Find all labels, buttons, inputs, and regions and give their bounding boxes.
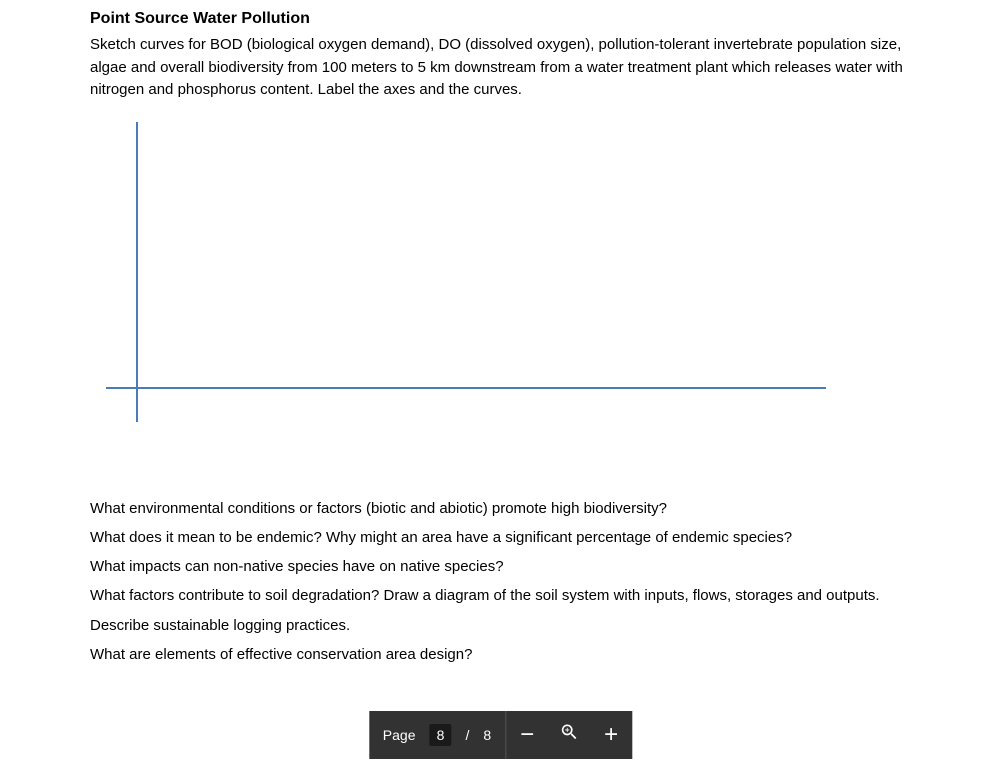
zoom-out-button[interactable]: − <box>506 711 548 759</box>
blank-graph <box>100 122 911 432</box>
instructions-text: Sketch curves for BOD (biological oxygen… <box>90 34 911 102</box>
y-axis <box>136 122 138 422</box>
question-item: What environmental conditions or factors… <box>90 497 911 520</box>
plus-icon: + <box>604 723 618 747</box>
page-label-text: Page <box>383 727 416 743</box>
zoom-reset-button[interactable] <box>548 711 590 759</box>
page-separator: / <box>466 727 470 743</box>
question-item: What are elements of effective conservat… <box>90 643 911 666</box>
question-item: What factors contribute to soil degradat… <box>90 584 911 607</box>
pdf-toolbar: Page 8 / 8 − + <box>369 711 632 759</box>
section-title: Point Source Water Pollution <box>90 10 911 28</box>
page-indicator: Page 8 / 8 <box>369 711 505 759</box>
minus-icon: − <box>520 723 534 747</box>
zoom-icon <box>559 722 579 748</box>
question-item: Describe sustainable logging practices. <box>90 614 911 637</box>
x-axis <box>106 387 826 389</box>
questions-list: What environmental conditions or factors… <box>90 497 911 667</box>
current-page-input[interactable]: 8 <box>430 724 452 746</box>
question-item: What does it mean to be endemic? Why mig… <box>90 526 911 549</box>
question-item: What impacts can non-native species have… <box>90 555 911 578</box>
document-page: Point Source Water Pollution Sketch curv… <box>0 0 1001 692</box>
zoom-in-button[interactable]: + <box>590 711 632 759</box>
total-pages: 8 <box>483 727 491 743</box>
